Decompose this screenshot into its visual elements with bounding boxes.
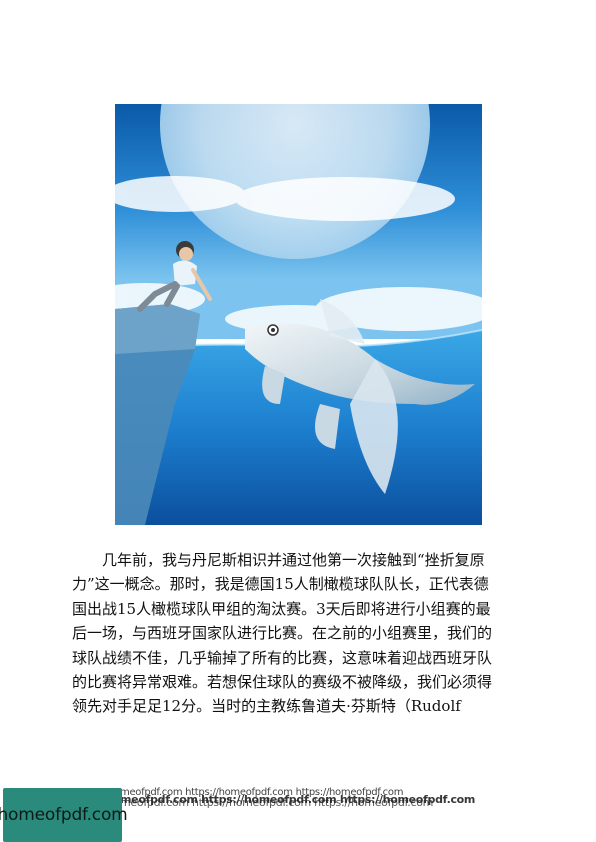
paragraph-line: 的比赛将异常艰难。若想保住球队的赛级不被降级，我们必须得 [72,673,493,692]
body-paragraph: 几年前，我与丹尼斯相识并通过他第一次接触到“挫折复原 力”这一概念。那时，我是德… [72,548,522,719]
site-logo-text: homeofpdf.com [0,805,128,825]
cover-illustration [115,104,482,525]
paragraph-line: 后一场，与西班牙国家队进行比赛。在之前的小组赛里，我们的 [72,624,493,643]
boy-and-fish-image [115,104,482,525]
url-watermark: meofpdf.com https://homeofpdf.com https:… [120,787,475,817]
paragraph-line: 国出战15人橄榄球队甲组的淘汰赛。3天后即将进行小组赛的最 [72,599,491,618]
paragraph-line: 球队战绩不佳，几乎输掉了所有的比赛，这意味着迎战西班牙队 [72,648,493,667]
paragraph-line: 力”这一概念。那时，我是德国15人制橄榄球队队长，正代表德 [72,575,489,594]
watermark-line[interactable]: meofpdf.com https://homeofpdf.com https:… [120,796,433,809]
paragraph-line: 几年前，我与丹尼斯相识并通过他第一次接触到“挫折复原 [102,551,485,569]
paragraph-line: 领先对手足足12分。当时的主教练鲁道夫·芬斯特（Rudolf [72,697,461,716]
site-logo-badge[interactable]: homeofpdf.com [0,788,128,842]
